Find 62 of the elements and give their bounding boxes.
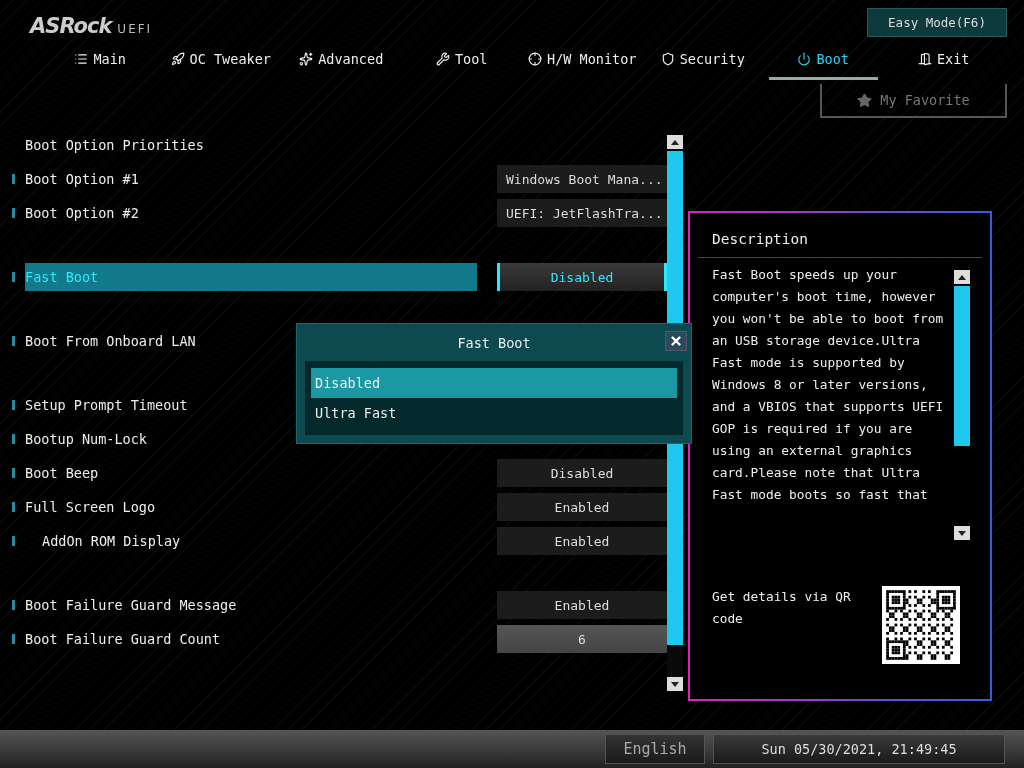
bullet-icon: [12, 600, 15, 610]
nav-tab[interactable]: Tool: [407, 44, 516, 80]
scroll-up-icon[interactable]: [954, 270, 970, 284]
number-field[interactable]: 6: [497, 625, 667, 653]
bullet-icon: [12, 336, 15, 346]
option-value[interactable]: Enabled: [497, 527, 667, 555]
nav-tab[interactable]: Main: [46, 44, 155, 80]
bullet-icon: [12, 400, 15, 410]
bullet-icon: [12, 468, 15, 478]
shield-icon: [660, 51, 675, 66]
option-value[interactable]: UEFI: JetFlashTra...: [497, 199, 667, 227]
nav-tab[interactable]: Security: [648, 44, 757, 80]
bullet-icon: [12, 174, 15, 184]
setting-label[interactable]: Boot Option #2: [25, 199, 477, 227]
language-button[interactable]: English: [605, 734, 705, 764]
option-value[interactable]: Enabled: [497, 493, 667, 521]
door-icon: [918, 51, 932, 66]
bullet-icon: [12, 536, 15, 546]
qr-caption: Get details via QR code: [712, 588, 852, 628]
setting-label: Boot Option Priorities: [25, 136, 205, 155]
option-value[interactable]: Disabled: [497, 459, 667, 487]
bullet-icon: [12, 208, 15, 218]
close-button[interactable]: [665, 331, 687, 351]
power-icon: [797, 51, 812, 66]
bullet-icon: [12, 434, 15, 444]
nav-tab[interactable]: H/W Monitor: [528, 44, 637, 80]
logo-suffix: UEFI: [117, 22, 153, 36]
setting-label[interactable]: Full Screen Logo: [25, 493, 477, 521]
option-value[interactable]: Disabled: [497, 263, 667, 291]
scroll-down-icon[interactable]: [954, 526, 970, 540]
panel-title: Description: [698, 213, 982, 258]
setting-label[interactable]: Boot Beep: [25, 459, 477, 487]
easy-mode-button[interactable]: Easy Mode(F6): [867, 8, 1007, 37]
star-icon: [857, 92, 873, 108]
scrollbar[interactable]: [954, 270, 970, 540]
list-icon: [74, 51, 89, 66]
scroll-up-icon[interactable]: [667, 135, 683, 149]
sparkle-icon: [299, 51, 314, 66]
scroll-down-icon[interactable]: [667, 677, 683, 691]
nav-tab[interactable]: Boot: [769, 44, 878, 80]
nav-tab[interactable]: Advanced: [287, 44, 396, 80]
bullet-icon: [12, 502, 15, 512]
nav-tab[interactable]: OC Tweaker: [166, 44, 275, 80]
bullet-icon: [12, 272, 15, 282]
setting-label[interactable]: AddOn ROM Display: [25, 527, 477, 555]
wrench-icon: [436, 51, 450, 66]
bullet-icon: [12, 634, 15, 644]
close-icon: [669, 334, 683, 348]
option-value[interactable]: Windows Boot Mana...: [497, 165, 667, 193]
crosshair-icon: [528, 51, 543, 66]
popup-option[interactable]: Ultra Fast: [311, 398, 677, 428]
option-value[interactable]: Enabled: [497, 591, 667, 619]
brand-logo: ASRock: [30, 14, 112, 38]
rocket-icon: [170, 51, 185, 66]
setting-label[interactable]: Boot Option #1: [25, 165, 477, 193]
nav-tab[interactable]: Exit: [889, 44, 998, 80]
favorite-button[interactable]: My Favorite: [820, 84, 1007, 118]
popup-title: Fast Boot: [456, 333, 532, 353]
description-text: Fast Boot speeds up your computer's boot time, however you won't be able to boot from an USB storage device.Ultra Fast mode is supported by Windows 8 or later versions, and a VBIOS that supports UEFI GOP is required if you are using an external graphics card.Please note that Ultra Fast mode boots so fast that: [711, 266, 945, 504]
date-time: Sun 05/30/2021, 21:49:45: [713, 734, 1005, 764]
setting-label[interactable]: Boot Failure Guard Count: [25, 625, 477, 653]
setting-label[interactable]: Boot Failure Guard Message: [25, 591, 477, 619]
